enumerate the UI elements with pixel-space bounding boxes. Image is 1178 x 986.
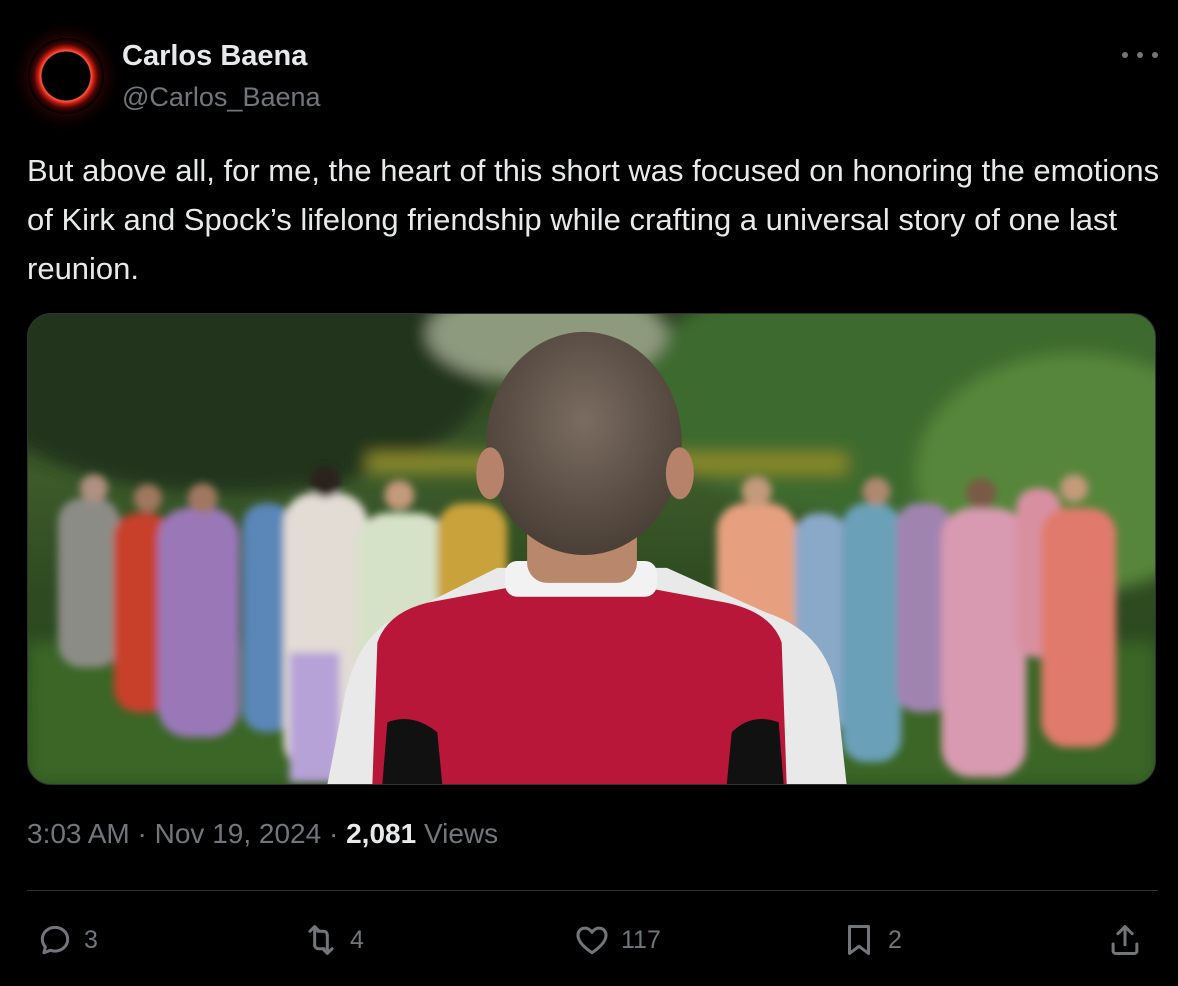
like-count: 117 xyxy=(621,925,661,954)
avatar[interactable] xyxy=(28,38,104,114)
repost-icon xyxy=(308,925,334,955)
like-icon xyxy=(576,926,608,955)
user-name[interactable]: Carlos Baena xyxy=(122,40,307,73)
views-count: 2,081 xyxy=(346,818,417,849)
tweet-meta: 3:03 AM · Nov 19, 2024 · 2,081 Views xyxy=(27,818,498,850)
separator: · xyxy=(137,818,147,849)
reply-icon xyxy=(40,925,70,955)
tweet-text: But above all, for me, the heart of this… xyxy=(27,153,1160,286)
repost-count: 4 xyxy=(350,925,364,954)
tweet-media-photo[interactable] xyxy=(27,313,1156,785)
like-button[interactable]: 117 xyxy=(573,918,661,962)
tweet-date[interactable]: Nov 19, 2024 xyxy=(155,818,322,849)
views-label: Views xyxy=(423,818,499,849)
more-icon[interactable] xyxy=(1122,40,1158,70)
separator: · xyxy=(328,818,339,849)
share-button[interactable] xyxy=(1106,918,1144,962)
repost-button[interactable]: 4 xyxy=(302,918,364,962)
user-handle[interactable]: @Carlos_Baena xyxy=(122,82,321,113)
divider xyxy=(27,890,1158,891)
tweet-time[interactable]: 3:03 AM xyxy=(27,818,130,849)
reply-count: 3 xyxy=(84,925,98,954)
photo-image xyxy=(28,314,1155,784)
bookmark-button[interactable]: 2 xyxy=(840,918,902,962)
share-icon xyxy=(1111,925,1139,955)
bookmark-icon xyxy=(847,925,871,955)
bookmark-count: 2 xyxy=(888,925,902,954)
reply-button[interactable]: 3 xyxy=(36,918,98,962)
